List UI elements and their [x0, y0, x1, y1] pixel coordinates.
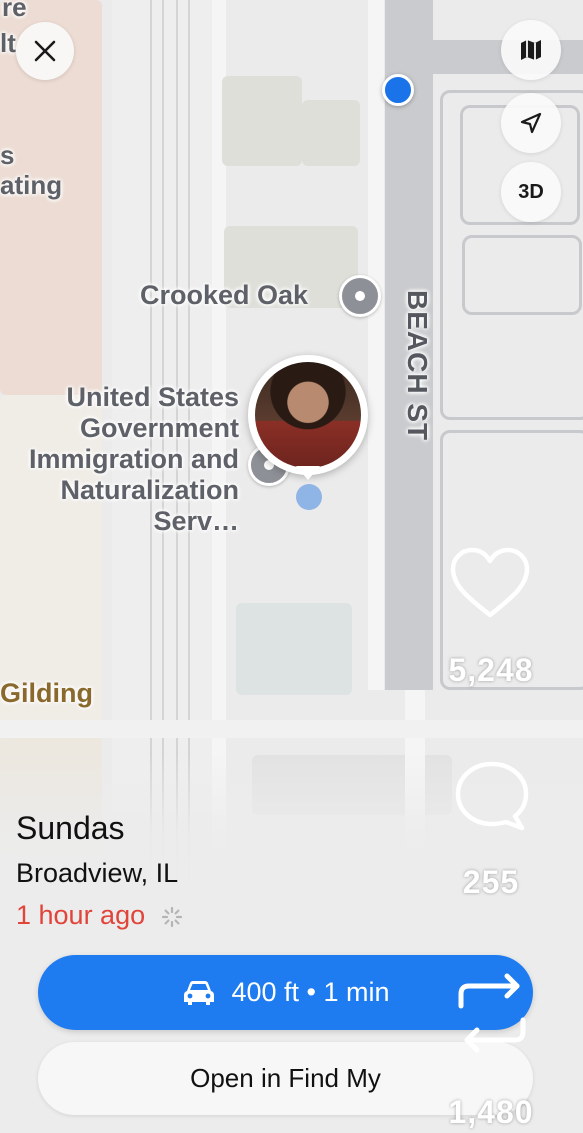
comment-bubble-icon	[455, 761, 529, 831]
poi-label-crooked-oak[interactable]: Crooked Oak	[140, 280, 308, 311]
car-icon	[184, 980, 215, 1005]
comment-button[interactable]	[452, 758, 532, 832]
poi-label-line: Immigration and	[28, 444, 239, 474]
comment-count: 255	[462, 864, 520, 900]
3d-toggle-button[interactable]: 3D	[501, 162, 561, 222]
poi-label-uscis[interactable]: United States Government Immigration and…	[29, 382, 239, 537]
loading-spinner-icon	[161, 906, 182, 927]
directions-label: 400 ft • 1 min	[231, 977, 390, 1007]
pin-pointer	[296, 466, 320, 480]
place-label-gilding: Gilding	[0, 678, 93, 708]
street-label-beach-st: BEACH ST	[402, 290, 433, 442]
side-road	[0, 720, 583, 738]
map-edge-label: s	[0, 140, 15, 170]
last-seen-time: 1 hour ago	[16, 900, 183, 931]
building-block	[222, 76, 302, 166]
poi-label-line: Serv…	[153, 506, 239, 536]
current-location-dot	[382, 74, 414, 106]
parking-lane	[462, 235, 582, 315]
poi-label-line: United States	[66, 382, 239, 412]
person-name: Sundas	[16, 810, 125, 846]
pin-location-dot	[296, 484, 322, 510]
heart-icon	[450, 547, 530, 618]
map-edge-label: re	[2, 0, 27, 22]
like-count: 5,248	[448, 652, 534, 688]
poi-marker-crooked-oak[interactable]	[339, 275, 381, 317]
poi-label-line: Naturalization	[60, 475, 239, 505]
building-block	[302, 100, 360, 166]
like-button[interactable]	[447, 545, 533, 621]
repost-button[interactable]	[455, 972, 529, 1056]
map-icon	[521, 40, 541, 60]
map-edge-label: lt	[0, 28, 16, 58]
building-block	[236, 603, 352, 695]
person-location: Broadview, IL	[16, 858, 179, 888]
close-icon	[34, 40, 56, 62]
recenter-button[interactable]	[501, 93, 561, 153]
close-button[interactable]	[16, 22, 74, 80]
last-seen-text: 1 hour ago	[16, 900, 146, 930]
side-road	[368, 0, 384, 690]
repost-icon	[458, 973, 526, 1053]
repost-count: 1,480	[448, 1094, 534, 1130]
location-arrow-icon	[520, 112, 542, 134]
map-mode-button[interactable]	[501, 20, 561, 80]
poi-label-line: Government	[79, 413, 239, 443]
person-avatar-pin[interactable]	[248, 355, 368, 475]
avatar	[255, 362, 361, 468]
map-edge-label: ating	[0, 170, 63, 200]
